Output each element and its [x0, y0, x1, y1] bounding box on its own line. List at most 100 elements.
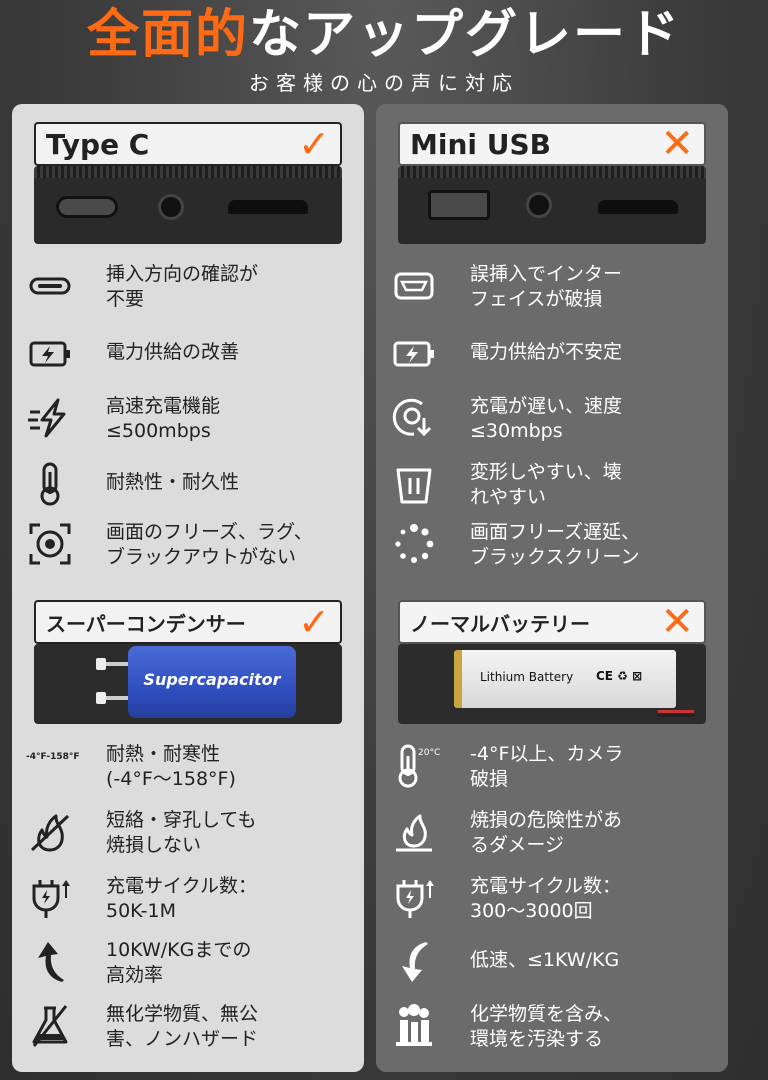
normal-battery-header: ノーマルバッテリー ✕: [398, 600, 706, 644]
charge-cycle-icon: [396, 880, 434, 918]
list-item: 焼損の危険性があ るダメージ: [376, 806, 728, 862]
item-text: 50K-1M: [106, 900, 176, 922]
list-item: 充電サイクル数： 300〜3000回: [376, 872, 728, 928]
item-text: 高効率: [106, 964, 164, 986]
item-text: 不要: [106, 288, 145, 310]
arrow-up-icon: [38, 942, 64, 982]
usb-c-port-icon: [56, 196, 118, 218]
page-title: 全面的なアップグレード: [0, 2, 768, 68]
slow-download-icon: [392, 398, 432, 437]
charge-cycle-icon: [32, 880, 70, 918]
mini-usb-icon: [394, 272, 434, 300]
battery-wires: [658, 710, 694, 713]
item-text: -4°F以上、カメラ: [470, 743, 624, 765]
battery-pack-text: Lithium Battery: [480, 670, 574, 684]
battery-charge-icon: [393, 341, 434, 367]
mini-usb-label: Mini USB: [410, 127, 551, 161]
temperature-range-icon: -4°F-158°F: [26, 752, 80, 762]
battery-cert-marks: CE ♻ ⊠: [596, 669, 643, 683]
deform-icon: [396, 468, 432, 504]
usb-c-icon: [29, 277, 71, 295]
item-text: 充電が遅い、速度: [470, 395, 623, 417]
item-text: 充電サイクル数：: [106, 875, 258, 897]
focus-target-icon: [29, 523, 71, 565]
item-text: ≤500mbps: [106, 420, 211, 442]
supercapacitor-image: Supercapacitor: [34, 644, 342, 724]
list-item: 誤挿入でインター フェイスが破損: [376, 260, 728, 316]
list-item: 無化学物質、無公 害、ノンハザード: [12, 1000, 364, 1056]
item-text: 無化学物質、無公: [106, 1003, 259, 1025]
mini-usb-device-image: [398, 166, 706, 244]
item-text: (-4°F～158°F): [106, 768, 236, 790]
item-text: 害、ノンハザード: [106, 1028, 259, 1050]
no-chemical-icon: [32, 1005, 68, 1047]
type-c-label: Type C: [46, 127, 150, 161]
x-mark-icon: ✕: [660, 121, 694, 167]
normal-battery-label: ノーマルバッテリー: [410, 611, 590, 636]
item-text: 焼損の危険性があ: [470, 809, 623, 831]
list-item: 挿入方向の確認が 不要: [12, 260, 364, 316]
item-text: 低速、≤1KW/KG: [470, 949, 620, 971]
type-c-header: Type C ✓: [34, 122, 342, 166]
supercapacitor-label: スーパーコンデンサー: [46, 611, 246, 636]
item-text: 焼損しない: [106, 834, 202, 856]
list-item: 短絡・穿孔しても 焼損しない: [12, 806, 364, 862]
list-item: 充電が遅い、速度 ≤30mbps: [376, 392, 728, 448]
item-text: 高速充電機能: [106, 395, 221, 417]
left-panel-type-c: Type C ✓ 挿入方向の確認が 不要 電力供給の改善 高速充電機能 ≤500mb…: [12, 104, 364, 1072]
item-text: 10KW/KGまでの: [106, 939, 252, 961]
item-text: るダメージ: [470, 834, 565, 856]
no-fire-icon: [30, 814, 70, 852]
temperature-label: 20°C: [418, 748, 441, 758]
loading-spinner-icon: [395, 524, 434, 563]
check-icon: ✓: [298, 122, 330, 166]
mini-usb-header: Mini USB ✕: [398, 122, 706, 166]
tf-card-slot-icon: [598, 200, 678, 214]
item-text: 環境を汚染する: [470, 1028, 604, 1050]
item-text: ブラックスクリーン: [470, 546, 640, 568]
check-icon: ✓: [298, 600, 330, 644]
title-main: なアップグレード: [249, 5, 682, 65]
fire-icon: [396, 814, 432, 852]
item-text: 画面のフリーズ、ラグ、: [106, 521, 313, 543]
audio-jack-icon: [526, 192, 552, 218]
item-text: 画面フリーズ遅延、: [470, 521, 641, 543]
item-text: 破損: [470, 768, 509, 790]
audio-jack-icon: [158, 194, 184, 220]
list-item: 電力供給が不安定: [376, 328, 728, 384]
item-text: 電力供給が不安定: [470, 341, 623, 363]
item-text: 変形しやすい、壊: [470, 461, 622, 483]
item-text: ブラックアウトがない: [106, 546, 297, 568]
list-item: 化学物質を含み、 環境を汚染する: [376, 1000, 728, 1056]
list-item: 電力供給の改善: [12, 328, 364, 384]
capacitor-lead-tips: [96, 658, 106, 670]
list-item: -4°F-158°F 耐熱・耐寒性 (-4°F～158°F): [12, 740, 364, 796]
list-item: 20°C -4°F以上、カメラ 破損: [376, 740, 728, 796]
list-item: 変形しやすい、壊 れやすい: [376, 458, 728, 514]
x-mark-icon: ✕: [660, 599, 694, 645]
title-highlight: 全面的: [86, 5, 249, 65]
capacitor-text: Supercapacitor: [143, 670, 281, 689]
lithium-battery-image: Lithium Battery CE ♻ ⊠: [398, 644, 706, 724]
tf-card-slot-icon: [228, 200, 308, 214]
list-item: 画面フリーズ遅延、 ブラックスクリーン: [376, 518, 728, 574]
list-item: 耐熱性・耐久性: [12, 458, 364, 514]
pollution-icon: [396, 1004, 432, 1046]
item-text: 化学物質を含み、: [470, 1003, 623, 1025]
item-text: 誤挿入でインター: [470, 263, 623, 285]
item-text: 300〜3000回: [470, 900, 593, 922]
item-text: 耐熱・耐寒性: [106, 743, 221, 765]
fast-charge-icon: [28, 398, 66, 438]
item-text: フェイスが破損: [470, 288, 603, 310]
item-text: 挿入方向の確認が: [106, 263, 259, 285]
type-c-device-image: [34, 166, 342, 244]
thermometer-icon: [40, 462, 60, 506]
list-item: 充電サイクル数： 50K-1M: [12, 872, 364, 928]
list-item: 高速充電機能 ≤500mbps: [12, 392, 364, 448]
mini-usb-port-icon: [428, 190, 490, 220]
item-text: 充電サイクル数：: [470, 875, 622, 897]
item-text: 電力供給の改善: [106, 341, 240, 363]
list-item: 画面のフリーズ、ラグ、 ブラックアウトがない: [12, 518, 364, 574]
item-text: 耐熱性・耐久性: [106, 471, 240, 493]
item-text: 短絡・穿孔しても: [106, 809, 257, 831]
